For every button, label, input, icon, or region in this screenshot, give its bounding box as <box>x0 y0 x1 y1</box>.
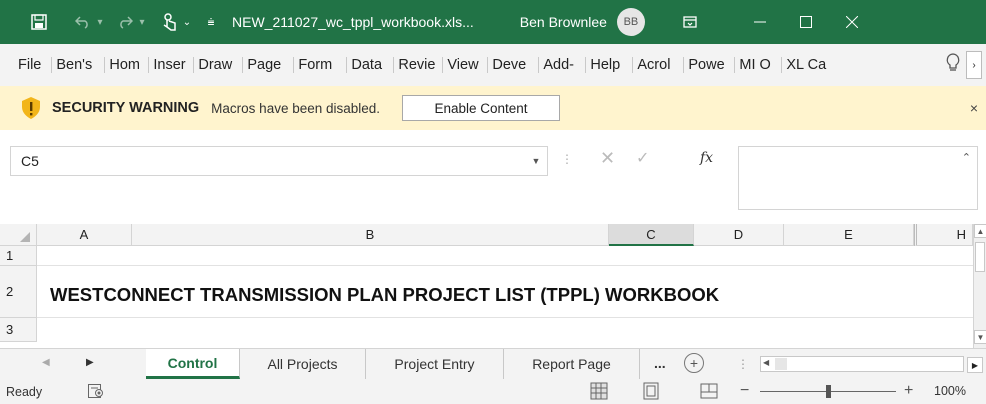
excel-window: ▾ ▾ ⌄ ⩧ NEW_211027_wc_tppl_workbook.xls.… <box>0 0 986 404</box>
tab-data[interactable]: Data <box>346 57 393 73</box>
column-header-d[interactable]: D <box>694 224 784 246</box>
tab-developer[interactable]: Deve <box>487 57 538 73</box>
minimize-icon[interactable] <box>737 0 783 44</box>
next-sheet-icon[interactable]: ▶ <box>86 357 94 368</box>
name-box-value: C5 <box>21 153 39 169</box>
tab-home[interactable]: Hom <box>104 57 148 73</box>
workbook-title-cell[interactable]: WESTCONNECT TRANSMISSION PLAN PROJECT LI… <box>50 284 719 306</box>
ribbon-tail: › <box>940 51 986 79</box>
cancel-entry-icon[interactable]: ✕ <box>600 148 615 169</box>
worksheet-grid[interactable]: A B C D E H 1 2 3 WESTCONNECT TRANSMISSI… <box>0 220 986 348</box>
security-warning-message: Macros have been disabled. <box>211 100 381 116</box>
tell-me-icon[interactable] <box>940 52 966 78</box>
gridline <box>37 317 973 318</box>
horizontal-scrollbar[interactable]: ◀ ▶ <box>760 356 983 373</box>
shield-warning-icon <box>20 96 42 120</box>
zoom-in-button[interactable]: + <box>904 382 913 400</box>
macro-record-icon[interactable] <box>88 384 104 398</box>
tab-add-ins[interactable]: Add- <box>538 57 585 73</box>
tab-insert[interactable]: Inser <box>148 57 193 73</box>
column-header-c[interactable]: C <box>609 224 694 246</box>
tab-power-pivot[interactable]: Powe <box>683 57 734 73</box>
select-all-corner[interactable] <box>0 224 37 246</box>
ribbon-scroll-right-icon[interactable]: › <box>966 51 982 79</box>
scroll-down-icon[interactable]: ▼ <box>974 330 986 344</box>
zoom-out-button[interactable]: − <box>740 382 749 400</box>
undo-icon[interactable] <box>72 0 94 44</box>
sheet-tab-bar: ◀ ▶ Control All Projects Project Entry R… <box>0 348 986 381</box>
enter-entry-icon[interactable]: ✓ <box>636 148 649 168</box>
touch-mode-icon[interactable] <box>158 0 180 44</box>
touch-mode-dropdown-icon[interactable]: ⌄ <box>180 0 194 44</box>
user-name[interactable]: Ben Brownlee <box>520 14 607 30</box>
resize-handle-icon[interactable]: ⋮ <box>561 152 574 166</box>
scroll-right-icon[interactable]: ▶ <box>967 357 983 373</box>
name-box[interactable]: C5 ▼ <box>10 146 548 176</box>
gridline <box>37 265 973 266</box>
save-icon[interactable] <box>28 0 50 44</box>
tab-help[interactable]: Help <box>585 57 632 73</box>
add-sheet-icon[interactable]: + <box>684 353 704 373</box>
page-layout-view-icon[interactable] <box>642 382 660 400</box>
row-header-3[interactable]: 3 <box>0 318 37 342</box>
row-header-1[interactable]: 1 <box>0 246 37 266</box>
customize-quick-access-icon[interactable]: ⩧ <box>202 0 220 44</box>
select-all-triangle-icon <box>20 232 30 242</box>
vertical-scrollbar[interactable]: ▲ ▼ <box>973 224 986 348</box>
tab-acrobat[interactable]: Acrol <box>632 57 683 73</box>
sheet-tab-project-entry[interactable]: Project Entry <box>366 349 504 379</box>
vertical-scroll-thumb[interactable] <box>975 242 985 272</box>
status-bar: Ready − + 100% <box>0 380 986 404</box>
document-title: NEW_211027_wc_tppl_workbook.xls... <box>232 14 474 30</box>
row-header-2[interactable]: 2 <box>0 266 37 318</box>
zoom-slider-thumb[interactable] <box>826 385 831 398</box>
tab-file[interactable]: File <box>0 57 51 73</box>
sheet-tab-all-projects[interactable]: All Projects <box>240 349 366 379</box>
normal-view-icon[interactable] <box>590 382 608 400</box>
chevron-down-icon[interactable]: ▼ <box>529 147 543 175</box>
column-header-e[interactable]: E <box>784 224 914 246</box>
title-bar: ▾ ▾ ⌄ ⩧ NEW_211027_wc_tppl_workbook.xls.… <box>0 0 986 44</box>
column-header-a[interactable]: A <box>37 224 132 246</box>
tab-review[interactable]: Revie <box>393 57 442 73</box>
tab-draw[interactable]: Draw <box>193 57 242 73</box>
status-ready: Ready <box>6 385 43 399</box>
formula-input[interactable]: ⌃ <box>738 146 978 210</box>
tab-view[interactable]: View <box>442 57 487 73</box>
column-header-b[interactable]: B <box>132 224 609 246</box>
sheet-tab-control[interactable]: Control <box>146 349 240 379</box>
column-header-h[interactable]: H <box>914 224 973 246</box>
redo-dropdown-icon[interactable]: ▾ <box>136 0 148 44</box>
sheet-tab-report-page[interactable]: Report Page <box>504 349 640 379</box>
horizontal-scroll-thumb[interactable] <box>775 358 787 370</box>
undo-dropdown-icon[interactable]: ▾ <box>94 0 106 44</box>
scroll-up-icon[interactable]: ▲ <box>974 224 986 238</box>
tab-split-handle-icon[interactable]: ⋮ <box>737 357 749 371</box>
tab-mi-o[interactable]: MI O <box>734 57 781 73</box>
maximize-icon[interactable] <box>783 0 829 44</box>
tab-bens[interactable]: Ben's <box>51 57 104 73</box>
redo-icon[interactable] <box>114 0 136 44</box>
ribbon-tabs: File Ben's Hom Inser Draw Page Form Data… <box>0 44 986 87</box>
tab-xl-cad[interactable]: XL Ca <box>781 57 834 73</box>
page-break-preview-icon[interactable] <box>700 382 718 400</box>
formula-bar: C5 ▼ ⋮ ✕ ✓ fx ⌃ <box>0 130 986 220</box>
security-warning-bar: SECURITY WARNING Macros have been disabl… <box>0 86 986 131</box>
previous-sheet-icon[interactable]: ◀ <box>42 357 50 368</box>
tab-formulas[interactable]: Form <box>293 57 346 73</box>
zoom-level[interactable]: 100% <box>934 384 966 398</box>
close-warning-icon[interactable]: × <box>970 100 978 116</box>
avatar[interactable]: BB <box>616 8 645 36</box>
close-icon[interactable] <box>829 0 875 44</box>
enable-content-button[interactable]: Enable Content <box>402 95 561 121</box>
security-warning-title: SECURITY WARNING <box>52 100 200 116</box>
tab-page-layout[interactable]: Page <box>242 57 293 73</box>
collapse-formula-bar-icon[interactable]: ⌃ <box>962 151 971 164</box>
scroll-left-icon[interactable]: ◀ <box>763 358 769 367</box>
insert-function-icon[interactable]: fx <box>700 150 713 166</box>
more-sheets-button[interactable]: ... <box>654 355 666 371</box>
ribbon-display-options-icon[interactable] <box>679 16 701 28</box>
